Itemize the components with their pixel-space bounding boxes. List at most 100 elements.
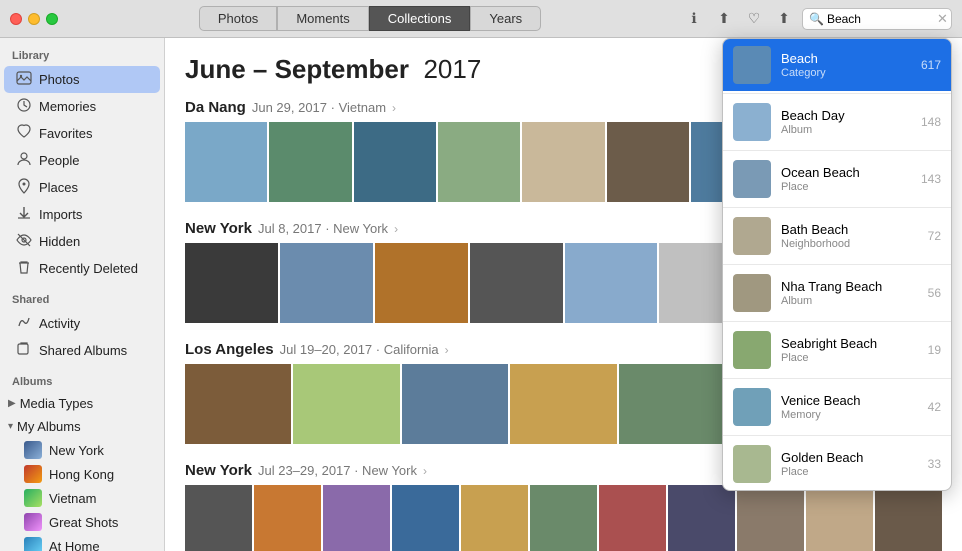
dropdown-name-venice-beach: Venice Beach: [781, 393, 918, 408]
section-arrow-los-angeles: ›: [445, 343, 449, 357]
dropdown-info-seabright-beach: Seabright Beach Place: [781, 336, 918, 364]
sidebar-label-imports: Imports: [39, 207, 82, 222]
photo-cell[interactable]: [185, 364, 291, 444]
sidebar-item-imports[interactable]: Imports: [4, 201, 160, 228]
photo-cell[interactable]: [461, 485, 528, 551]
photo-cell[interactable]: [619, 364, 725, 444]
photo-cell[interactable]: [668, 485, 735, 551]
dropdown-item-seabright-beach[interactable]: Seabright Beach Place 19: [723, 324, 951, 376]
photo-cell[interactable]: [269, 122, 351, 202]
memories-icon: [16, 97, 32, 116]
dropdown-item-golden-beach[interactable]: Golden Beach Place 33: [723, 438, 951, 490]
photo-cell[interactable]: [438, 122, 520, 202]
maximize-button[interactable]: [46, 13, 58, 25]
photo-cell[interactable]: [254, 485, 321, 551]
photo-cell[interactable]: [530, 485, 597, 551]
photo-cell[interactable]: [185, 122, 267, 202]
photo-cell[interactable]: [470, 243, 563, 323]
library-section-label: Library: [0, 38, 164, 66]
nav-tab-photos[interactable]: Photos: [199, 6, 277, 31]
dropdown-item-ocean-beach[interactable]: Ocean Beach Place 143: [723, 153, 951, 205]
dropdown-info-ocean-beach: Ocean Beach Place: [781, 165, 911, 193]
sidebar-item-photos[interactable]: Photos: [4, 66, 160, 93]
sidebar-item-memories[interactable]: Memories: [4, 93, 160, 120]
dropdown-sub-ocean-beach: Place: [781, 181, 911, 193]
nav-tab-moments[interactable]: Moments: [277, 6, 368, 31]
window-controls: [10, 13, 58, 25]
dropdown-item-venice-beach[interactable]: Venice Beach Memory 42: [723, 381, 951, 433]
search-box[interactable]: 🔍 ✕: [802, 8, 952, 30]
recently-deleted-icon: [16, 259, 32, 278]
photo-cell[interactable]: [737, 485, 804, 551]
photo-cell[interactable]: [806, 485, 873, 551]
close-button[interactable]: [10, 13, 22, 25]
nav-tab-collections[interactable]: Collections: [369, 6, 471, 31]
photo-cell[interactable]: [323, 485, 390, 551]
album-label-at-home: At Home: [49, 539, 100, 551]
shared-albums-icon: [16, 341, 32, 360]
dropdown-sub-beach-day: Album: [781, 124, 911, 136]
photo-cell[interactable]: [510, 364, 616, 444]
sidebar-item-recently-deleted[interactable]: Recently Deleted: [4, 255, 160, 282]
album-item-at-home[interactable]: At Home: [20, 534, 160, 551]
dropdown-sub-beach-category: Category: [781, 67, 911, 79]
sidebar-item-activity[interactable]: Activity: [4, 310, 160, 337]
share-icon[interactable]: ⬆: [712, 7, 736, 31]
photo-cell[interactable]: [565, 243, 658, 323]
dropdown-info-venice-beach: Venice Beach Memory: [781, 393, 918, 421]
album-thumb-at-home: [24, 537, 42, 551]
dropdown-name-nha-trang-beach: Nha Trang Beach: [781, 279, 918, 294]
album-group-header-media-types[interactable]: ▶Media Types: [0, 392, 164, 415]
sidebar-item-places[interactable]: Places: [4, 174, 160, 201]
icloud-icon[interactable]: ⬆: [772, 7, 796, 31]
titlebar: PhotosMomentsCollectionsYears ℹ ⬆ ♡ ⬆ 🔍 …: [0, 0, 962, 38]
sidebar-label-memories: Memories: [39, 99, 96, 114]
main-layout: Library PhotosMemoriesFavoritesPeoplePla…: [0, 38, 962, 551]
photo-cell[interactable]: [607, 122, 689, 202]
dropdown-item-bath-beach[interactable]: Bath Beach Neighborhood 72: [723, 210, 951, 262]
photo-cell[interactable]: [392, 485, 459, 551]
dropdown-item-nha-trang-beach[interactable]: Nha Trang Beach Album 56: [723, 267, 951, 319]
album-item-new-york[interactable]: New York: [20, 438, 160, 462]
photo-cell[interactable]: [522, 122, 604, 202]
info-icon[interactable]: ℹ: [682, 7, 706, 31]
search-input[interactable]: [827, 12, 937, 26]
dropdown-count-venice-beach: 42: [928, 400, 941, 414]
sidebar-item-hidden[interactable]: Hidden: [4, 228, 160, 255]
section-title-los-angeles: Los Angeles: [185, 341, 274, 358]
photo-cell[interactable]: [599, 485, 666, 551]
album-group-header-my-albums[interactable]: ▾My Albums: [0, 415, 164, 438]
dropdown-count-beach-category: 617: [921, 58, 941, 72]
photo-cell[interactable]: [375, 243, 468, 323]
dropdown-name-ocean-beach: Ocean Beach: [781, 165, 911, 180]
photo-cell[interactable]: [280, 243, 373, 323]
dropdown-item-beach-category[interactable]: Beach Category 617: [723, 39, 951, 91]
sidebar-item-people[interactable]: People: [4, 147, 160, 174]
people-icon: [16, 151, 32, 170]
photo-cell[interactable]: [875, 485, 942, 551]
photo-cell[interactable]: [185, 485, 252, 551]
photo-cell[interactable]: [402, 364, 508, 444]
album-label-hong-kong: Hong Kong: [49, 467, 114, 482]
sidebar-item-shared-albums[interactable]: Shared Albums: [4, 337, 160, 364]
album-item-great-shots[interactable]: Great Shots: [20, 510, 160, 534]
minimize-button[interactable]: [28, 13, 40, 25]
photo-cell[interactable]: [354, 122, 436, 202]
photo-cell[interactable]: [185, 243, 278, 323]
album-item-hong-kong[interactable]: Hong Kong: [20, 462, 160, 486]
heart-icon[interactable]: ♡: [742, 7, 766, 31]
sidebar-item-favorites[interactable]: Favorites: [4, 120, 160, 147]
albums-section-label: Albums: [0, 364, 164, 392]
activity-icon: [16, 314, 32, 333]
content-title-bold: June – September: [185, 54, 409, 84]
album-label-great-shots: Great Shots: [49, 515, 118, 530]
section-meta-new-york-2: Jul 23–29, 2017 · New York: [258, 463, 417, 478]
album-item-vietnam[interactable]: Vietnam: [20, 486, 160, 510]
dropdown-thumb-nha-trang-beach: [733, 274, 771, 312]
dropdown-item-beach-day[interactable]: Beach Day Album 148: [723, 96, 951, 148]
photo-cell[interactable]: [293, 364, 399, 444]
nav-tab-years[interactable]: Years: [470, 6, 541, 31]
nav-tabs: PhotosMomentsCollectionsYears: [66, 6, 674, 31]
section-title-new-york-2: New York: [185, 462, 252, 479]
search-clear-icon[interactable]: ✕: [937, 11, 948, 27]
